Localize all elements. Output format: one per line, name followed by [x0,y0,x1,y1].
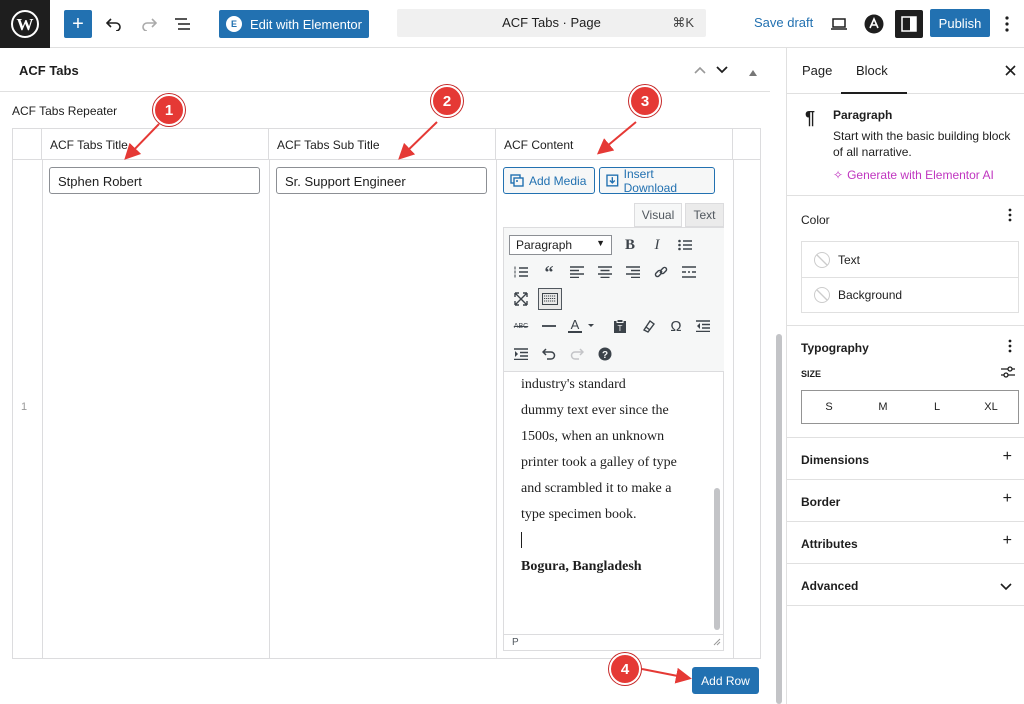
block-name: Paragraph [833,108,893,122]
annotation-arrow-1 [124,123,160,160]
document-overview-icon[interactable] [173,10,193,38]
annotation-badge-4: 4 [609,653,641,685]
publish-button[interactable]: Publish [930,9,990,37]
astra-icon[interactable] [864,10,884,38]
edit-with-elementor-button[interactable]: E Edit with Elementor [219,10,369,38]
advanced-panel[interactable]: Advanced [787,564,1024,606]
sparkle-icon: ✧ [833,168,844,182]
preview-device-icon[interactable] [829,10,849,38]
typography-options-icon[interactable] [1008,339,1012,358]
attributes-title: Attributes [801,537,858,551]
edit-with-elementor-label: Edit with Elementor [250,16,362,32]
expand-plus-icon[interactable]: + [1003,532,1012,550]
advanced-title: Advanced [801,579,859,593]
tab-block[interactable]: Block [856,63,888,78]
block-card: ¶ Paragraph Start with the basic buildin… [787,94,1024,196]
command-palette-title: ACF Tabs · Page [502,15,601,30]
add-block-button[interactable]: + [64,10,92,38]
size-option-m[interactable]: M [856,391,910,423]
font-size-picker: S M L XL [801,390,1019,424]
undo-icon[interactable] [104,10,124,38]
size-label: SIZE [801,369,822,379]
color-item-label: Text [838,252,861,267]
more-options-icon[interactable] [997,10,1017,38]
size-option-s[interactable]: S [802,391,856,423]
main-editor-area: ACF Tabs ACF Tabs Repeater ACF Tabs Titl… [0,48,786,704]
expand-plus-icon[interactable]: + [1003,490,1012,508]
settings-sidebar-icon[interactable] [895,10,923,38]
block-description-2: of all narrative. [833,145,912,159]
attributes-panel[interactable]: Attributes + [787,522,1024,564]
save-draft-button[interactable]: Save draft [754,15,813,30]
sidebar-tabs: Page Block [787,48,1024,94]
size-option-l[interactable]: L [910,391,964,423]
annotation-badge-1: 1 [153,94,185,126]
typography-title: Typography [801,341,869,355]
top-toolbar: W + E Edit with Elementor ACF Tabs · Pag… [0,0,1024,48]
text-color-swatch-icon [814,251,830,268]
close-sidebar-icon[interactable] [1005,64,1016,79]
border-title: Border [801,495,841,509]
command-palette-bar[interactable]: ACF Tabs · Page ⌘K [397,9,706,37]
annotation-arrows [124,121,692,684]
dimensions-title: Dimensions [801,453,870,467]
block-description-1: Start with the basic building block [833,129,1011,143]
generate-ai-label: Generate with Elementor AI [847,168,994,182]
settings-sidebar: Page Block ¶ Paragraph Start with the ba… [786,48,1024,704]
tab-page[interactable]: Page [802,63,832,78]
wordpress-logo-icon[interactable]: W [0,0,50,48]
dimensions-panel[interactable]: Dimensions + [787,438,1024,480]
background-color-swatch-icon [814,287,830,303]
color-items-box: Text Background [801,241,1019,313]
paragraph-icon: ¶ [805,108,816,128]
color-options-icon[interactable] [1008,208,1012,227]
annotation-badge-3: 3 [629,85,661,117]
annotation-badge-2: 2 [431,85,463,117]
annotation-arrow-4 [641,667,692,684]
color-item-text[interactable]: Text [802,242,1018,278]
color-item-background[interactable]: Background [802,277,1018,313]
generate-ai-link[interactable]: ✧ Generate with Elementor AI [833,168,994,182]
command-shortcut: ⌘K [672,15,694,30]
svg-text:W: W [17,15,34,34]
annotation-arrow-2 [398,121,438,160]
size-settings-icon[interactable] [1001,366,1015,381]
elementor-icon: E [226,16,242,32]
color-title: Color [801,213,830,227]
redo-icon[interactable] [139,10,159,38]
size-option-xl[interactable]: XL [964,391,1018,423]
color-item-label: Background [838,288,903,302]
border-panel[interactable]: Border + [787,480,1024,522]
annotation-arrow-3 [596,121,637,155]
chevron-down-icon[interactable] [1000,578,1012,596]
expand-plus-icon[interactable]: + [1003,448,1012,466]
